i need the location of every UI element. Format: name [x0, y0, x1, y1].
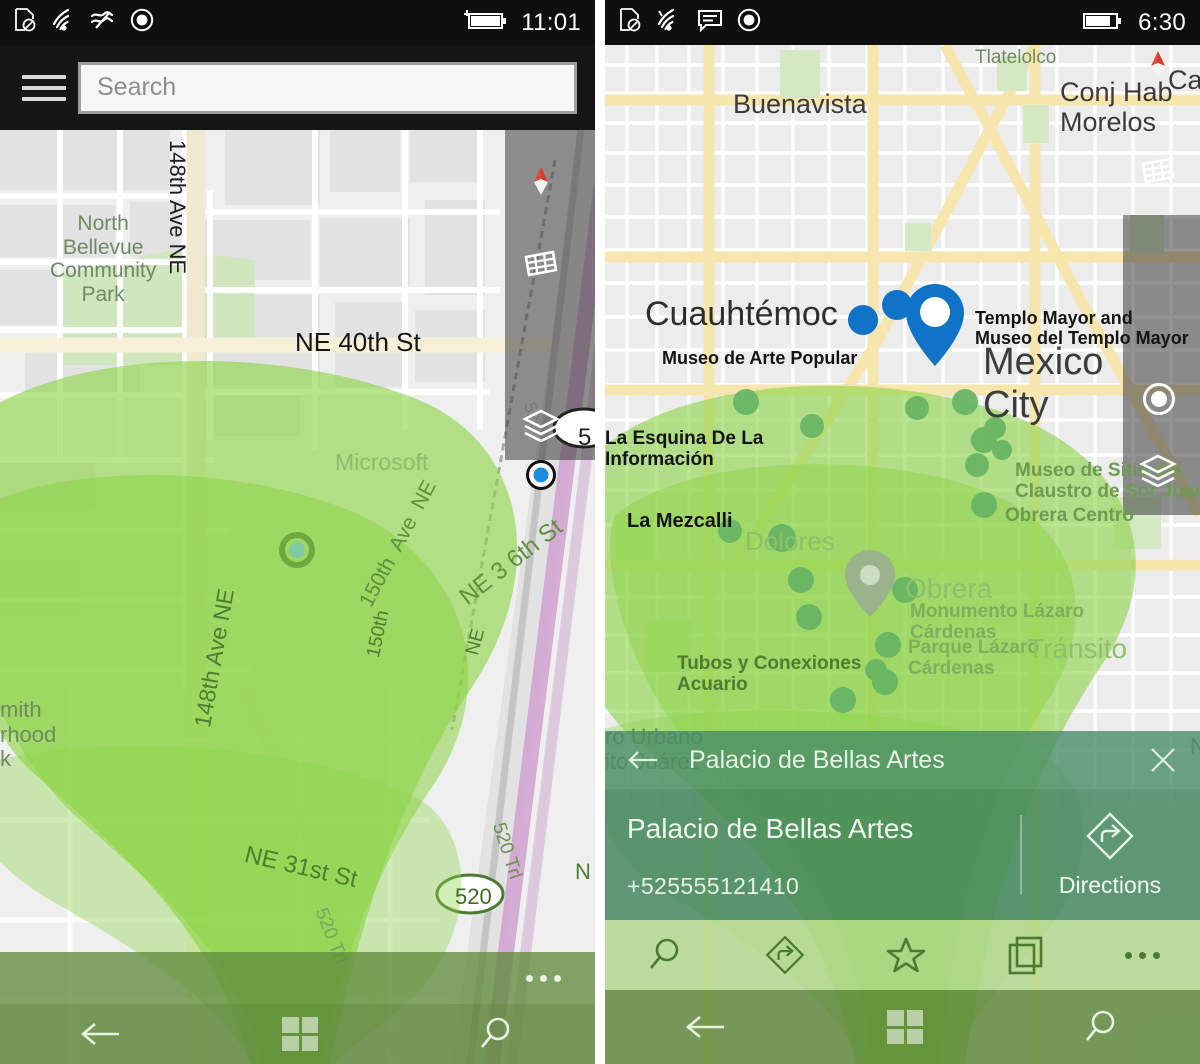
detail-place-name: Palacio de Bellas Artes	[627, 813, 914, 844]
map-label: 148th Ave NE	[165, 140, 190, 275]
my-location-icon[interactable]	[1142, 382, 1176, 416]
directions-icon	[765, 935, 805, 975]
right-status-bar: 6:30	[605, 0, 1200, 45]
appbar-favorites[interactable]	[885, 935, 927, 975]
cellular-data-icon	[90, 9, 116, 36]
phone-gutter	[595, 0, 605, 1064]
map-label: N	[575, 859, 591, 884]
map-label: Tránsito	[1027, 633, 1128, 664]
detail-card-main: Palacio de Bellas Artes +525555121410	[605, 789, 1020, 920]
detail-card-body: Palacio de Bellas Artes +525555121410 Di…	[605, 789, 1200, 920]
back-arrow-icon[interactable]	[627, 749, 663, 771]
left-nav-bar	[0, 1004, 595, 1064]
map-ring-marker[interactable]	[277, 530, 317, 570]
left-status-bar: 11:01	[0, 0, 595, 45]
pages-icon	[1008, 936, 1043, 975]
detail-divider	[1020, 815, 1022, 894]
map-label: Cuauhtémoc	[645, 295, 838, 333]
appbar-overflow[interactable]	[1125, 951, 1161, 959]
map-label: Tubos y Conexiones Acuario	[677, 653, 862, 696]
search-input[interactable]: Search	[78, 61, 577, 114]
hamburger-menu-icon[interactable]	[16, 74, 66, 101]
screenshot-stage: 11:01 Search North Bellevue Community Pa…	[0, 0, 1200, 1064]
close-icon[interactable]	[1148, 745, 1178, 775]
appbar-directions[interactable]	[764, 934, 806, 976]
back-arrow-icon[interactable]	[79, 1019, 125, 1049]
left-clock: 11:01	[521, 8, 581, 36]
windows-start-icon[interactable]	[282, 1017, 319, 1051]
right-clock: 6:30	[1138, 8, 1186, 36]
windows-start-icon[interactable]	[887, 1010, 924, 1044]
compass-needle-icon[interactable]	[1147, 49, 1169, 85]
directions-icon	[1086, 812, 1134, 860]
map-label: Parque Lázaro Cárdenas	[908, 637, 1039, 680]
detail-card-header: Palacio de Bellas Artes	[605, 731, 1200, 789]
wifi-icon	[655, 8, 683, 37]
message-icon	[697, 8, 723, 37]
star-icon	[886, 937, 926, 973]
left-map-canvas[interactable]: North Bellevue Community Park 148th Ave N…	[0, 130, 595, 1064]
detail-header-title: Palacio de Bellas Artes	[689, 745, 945, 774]
map-label: North Bellevue Community Park	[50, 212, 157, 306]
battery-icon	[1082, 8, 1126, 37]
map-label: 520	[455, 884, 492, 909]
detail-phone-number[interactable]: +525555121410	[627, 873, 994, 900]
map-label: Obrera Centro	[1005, 505, 1134, 526]
directions-button[interactable]: Directions	[1020, 789, 1200, 920]
map-label: Microsoft	[335, 449, 429, 475]
ellipsis-icon[interactable]	[526, 974, 561, 982]
map-label: Buenavista	[733, 89, 867, 119]
sim-missing-icon	[619, 8, 641, 37]
directions-label: Directions	[1058, 872, 1162, 898]
selected-place-pin[interactable]	[900, 280, 970, 370]
map-layers-icon[interactable]	[522, 408, 560, 442]
map-label: Museo de Arte Popular	[662, 348, 858, 368]
search-icon[interactable]	[476, 1014, 516, 1054]
map-label: Mexico City	[983, 341, 1104, 426]
search-icon[interactable]	[1081, 1007, 1121, 1047]
map-label: mith rhood k	[0, 697, 57, 772]
map-label: La Mezcalli	[627, 510, 733, 532]
map-label: 5	[578, 424, 592, 451]
compass-needle-icon[interactable]	[530, 165, 552, 201]
left-search-header: Search	[0, 45, 595, 130]
right-app-bar	[605, 920, 1200, 990]
recording-dot-icon	[737, 8, 761, 37]
3d-buildings-icon[interactable]	[523, 248, 559, 278]
map-label: Conj Hab Morelos	[1060, 77, 1173, 138]
left-phone-screenshot: 11:01 Search North Bellevue Community Pa…	[0, 0, 595, 1064]
right-map-canvas[interactable]: Tlatelolco Buenavista Conj Hab MorelosCarr…	[605, 45, 1200, 1064]
map-label: Carr	[1168, 65, 1200, 95]
map-label: Dolores	[745, 526, 835, 556]
left-app-bar	[0, 952, 595, 1004]
map-label: Obrera	[905, 573, 993, 604]
appbar-pages[interactable]	[1006, 934, 1046, 976]
wifi-icon	[50, 8, 76, 37]
battery-charging-icon	[461, 8, 509, 37]
appbar-search[interactable]	[645, 935, 685, 975]
my-location-icon[interactable]	[524, 458, 558, 492]
recording-dot-icon	[130, 8, 154, 37]
3d-buildings-icon[interactable]	[1140, 155, 1176, 185]
sim-missing-icon	[14, 8, 36, 37]
map-label: Tlatelolco	[975, 47, 1057, 68]
map-layers-icon[interactable]	[1139, 453, 1177, 487]
map-label: La Esquina De La Información	[605, 428, 764, 471]
map-label: NE 40th St	[295, 327, 421, 357]
back-arrow-icon[interactable]	[684, 1012, 730, 1042]
right-nav-bar	[605, 990, 1200, 1064]
right-phone-screenshot: 6:30 Tlatelolco Buenavista Conj Hab More…	[605, 0, 1200, 1064]
